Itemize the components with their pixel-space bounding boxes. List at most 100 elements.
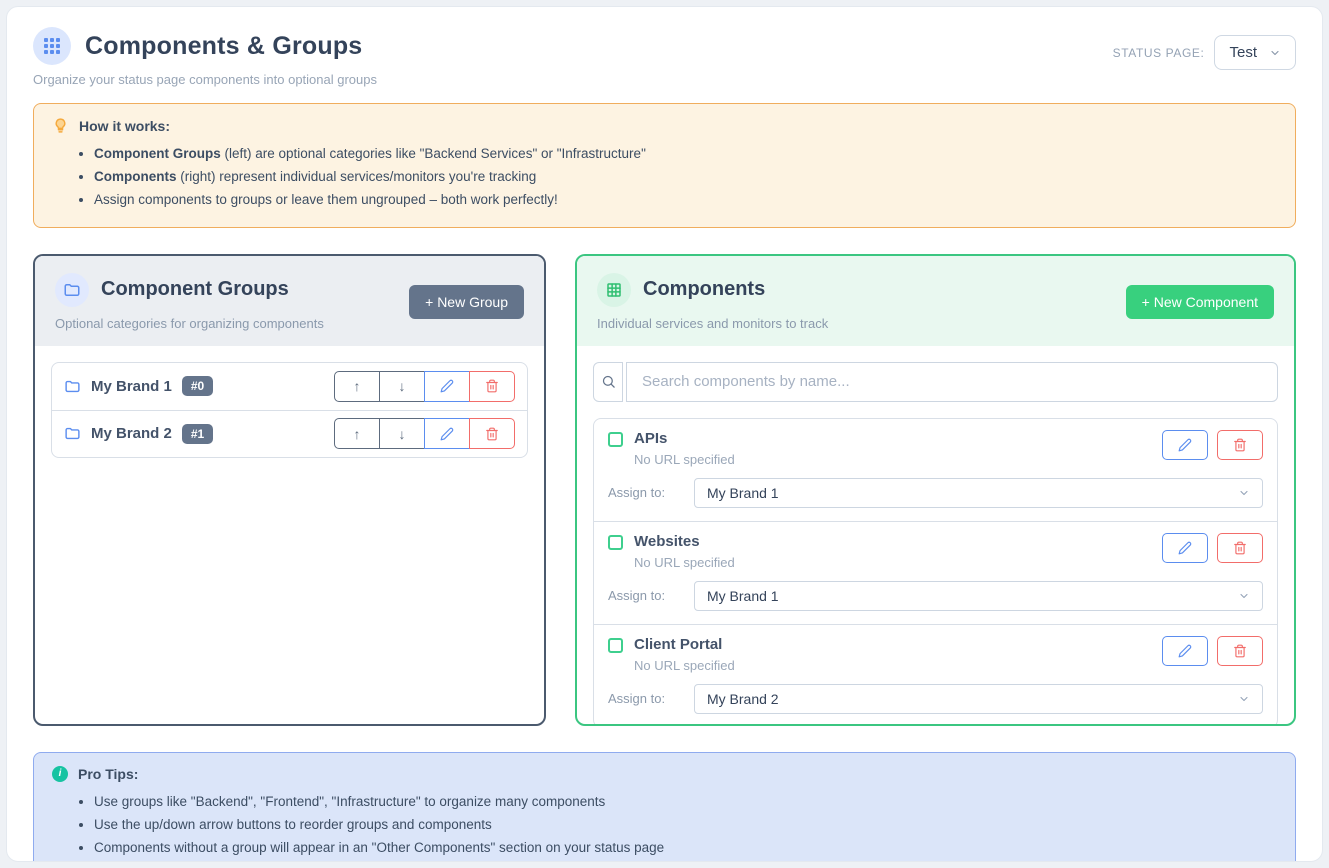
edit-component-button[interactable] [1162, 430, 1208, 460]
group-actions: ↑ ↓ [334, 371, 515, 402]
lightbulb-icon [52, 117, 69, 134]
components-groups-icon [33, 27, 71, 65]
new-component-button[interactable]: + New Component [1126, 285, 1274, 319]
component-groups-panel: Component Groups Optional categories for… [33, 254, 546, 726]
trash-icon [1233, 541, 1247, 555]
component-actions [1162, 533, 1263, 563]
pencil-icon [440, 379, 454, 393]
page-header-left: Components & Groups Organize your status… [33, 27, 377, 87]
panels-row: Component Groups Optional categories for… [33, 254, 1296, 726]
assigned-group-value: My Brand 1 [707, 485, 779, 501]
component-list: APIs No URL specified [593, 418, 1278, 726]
how-it-works-box: How it works: Component Groups (left) ar… [33, 103, 1296, 228]
components-body: APIs No URL specified [577, 346, 1294, 726]
move-group-up-button[interactable]: ↑ [334, 371, 380, 402]
assign-group-select[interactable]: My Brand 1 [694, 581, 1263, 611]
group-actions: ↑ ↓ [334, 418, 515, 449]
status-page-select[interactable]: Test [1214, 35, 1296, 70]
new-group-button[interactable]: + New Group [409, 285, 524, 319]
trash-icon [485, 427, 499, 441]
assign-group-select[interactable]: My Brand 1 [694, 478, 1263, 508]
group-order-badge: #0 [182, 376, 213, 396]
bullet-text: (left) are optional categories like "Bac… [221, 146, 646, 161]
folder-icon-badge [55, 273, 89, 307]
bullet-bold: Component Groups [94, 146, 221, 161]
group-row: My Brand 1 #0 ↑ ↓ [52, 363, 527, 410]
trash-icon [485, 379, 499, 393]
pro-tips-item: Components without a group will appear i… [94, 836, 1277, 859]
group-order-badge: #1 [182, 424, 213, 444]
pencil-icon [1178, 541, 1192, 555]
assign-group-select[interactable]: My Brand 2 [694, 684, 1263, 714]
group-name: My Brand 2 [91, 425, 172, 442]
component-row: Client Portal No URL specified [594, 624, 1277, 726]
search-components-input[interactable] [626, 362, 1278, 402]
group-list: My Brand 1 #0 ↑ ↓ [51, 362, 528, 458]
move-group-down-button[interactable]: ↓ [379, 371, 425, 402]
status-page-value: Test [1229, 44, 1257, 61]
pencil-icon [1178, 438, 1192, 452]
how-it-works-item: Components (right) represent individual … [94, 165, 1277, 188]
component-checkbox[interactable] [608, 535, 623, 550]
trash-icon [1233, 644, 1247, 658]
folder-icon [63, 281, 81, 299]
info-icon: i [52, 766, 68, 782]
assigned-group-value: My Brand 1 [707, 588, 779, 604]
table-grid-icon-badge [597, 273, 631, 307]
trash-icon [1233, 438, 1247, 452]
grid-dots-icon [44, 38, 60, 54]
folder-icon [64, 425, 81, 442]
component-url-status: No URL specified [634, 555, 735, 570]
assign-to-label: Assign to: [608, 588, 674, 603]
pro-tips-list: Use groups like "Backend", "Frontend", "… [52, 790, 1277, 860]
component-groups-header: Component Groups Optional categories for… [35, 256, 544, 346]
component-groups-title: Component Groups [101, 278, 289, 301]
page-header: Components & Groups Organize your status… [33, 27, 1296, 87]
delete-group-button[interactable] [469, 418, 515, 449]
search-icon-box [593, 362, 623, 402]
assign-to-label: Assign to: [608, 691, 674, 706]
component-groups-body: My Brand 1 #0 ↑ ↓ [35, 346, 544, 724]
delete-component-button[interactable] [1217, 430, 1263, 460]
table-grid-icon [605, 281, 623, 299]
move-group-down-button[interactable]: ↓ [379, 418, 425, 449]
move-group-up-button[interactable]: ↑ [334, 418, 380, 449]
component-name: Client Portal [634, 636, 735, 653]
chevron-down-icon [1238, 487, 1250, 499]
assigned-group-value: My Brand 2 [707, 691, 779, 707]
components-header: Components Individual services and monit… [577, 256, 1294, 346]
component-row: Websites No URL specified [594, 521, 1277, 624]
delete-group-button[interactable] [469, 371, 515, 402]
edit-component-button[interactable] [1162, 636, 1208, 666]
edit-group-button[interactable] [424, 371, 470, 402]
status-page-label: STATUS PAGE: [1113, 46, 1205, 60]
edit-component-button[interactable] [1162, 533, 1208, 563]
pro-tips-item: Use groups like "Backend", "Frontend", "… [94, 790, 1277, 813]
pro-tips-title: Pro Tips: [78, 766, 138, 782]
group-name: My Brand 1 [91, 378, 172, 395]
how-it-works-title: How it works: [79, 118, 170, 134]
search-icon [601, 374, 616, 389]
chevron-down-icon [1238, 693, 1250, 705]
components-subtitle: Individual services and monitors to trac… [597, 316, 828, 331]
component-checkbox[interactable] [608, 432, 623, 447]
pro-tips-box: i Pro Tips: Use groups like "Backend", "… [33, 752, 1296, 862]
page-subtitle: Organize your status page components int… [33, 72, 377, 87]
components-title: Components [643, 278, 765, 301]
component-checkbox[interactable] [608, 638, 623, 653]
component-url-status: No URL specified [634, 452, 735, 467]
chevron-down-icon [1238, 590, 1250, 602]
component-groups-subtitle: Optional categories for organizing compo… [55, 316, 324, 331]
how-it-works-item: Assign components to groups or leave the… [94, 188, 1277, 211]
component-url-status: No URL specified [634, 658, 735, 673]
component-search [593, 362, 1278, 402]
component-row: APIs No URL specified [594, 419, 1277, 521]
edit-group-button[interactable] [424, 418, 470, 449]
page-title: Components & Groups [85, 32, 362, 61]
how-it-works-list: Component Groups (left) are optional cat… [52, 142, 1277, 212]
group-row: My Brand 2 #1 ↑ ↓ [52, 410, 527, 457]
delete-component-button[interactable] [1217, 636, 1263, 666]
status-page-switcher: STATUS PAGE: Test [1113, 35, 1296, 70]
delete-component-button[interactable] [1217, 533, 1263, 563]
assign-to-label: Assign to: [608, 485, 674, 500]
